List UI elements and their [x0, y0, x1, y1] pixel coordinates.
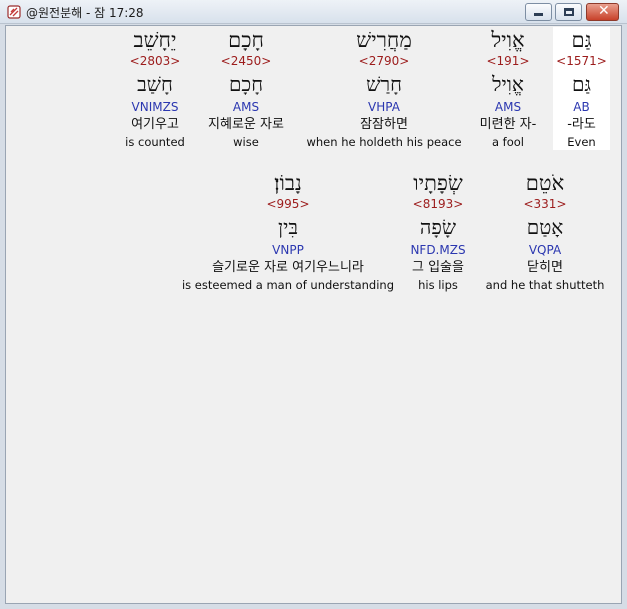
- english-gloss: wise: [233, 135, 259, 149]
- strong-number[interactable]: <1571>: [553, 53, 610, 69]
- hebrew-word: חָכָם: [228, 28, 264, 52]
- morphology-code[interactable]: AB: [553, 99, 610, 115]
- hebrew-word: גַּם: [571, 28, 592, 52]
- title-bar[interactable]: @원전분해 - 잠 17:28 ✕: [0, 0, 627, 24]
- maximize-button[interactable]: [555, 3, 582, 21]
- english-gloss: is esteemed a man of understanding: [181, 278, 395, 292]
- english-gloss: is counted: [125, 135, 185, 149]
- morphology-code[interactable]: VQPA: [482, 242, 608, 258]
- word-block[interactable]: נָבוֹן׃ <995> בִּין VNPP 슬기로운 자로 여기우느니라 …: [178, 170, 398, 293]
- interlinear-view: גַּם <1571> גַּם AB -라도 Even אֱוִיל <191…: [5, 25, 622, 604]
- english-gloss: a fool: [491, 135, 525, 149]
- morphology-code[interactable]: AMS: [466, 99, 550, 115]
- korean-gloss: 슬기로운 자로 여기우느니라: [212, 260, 364, 275]
- strong-number[interactable]: <331>: [482, 196, 608, 212]
- english-gloss: when he holdeth his peace: [306, 135, 462, 149]
- morphology-code[interactable]: VNIMZS: [118, 99, 192, 115]
- english-gloss: and he that shutteth: [485, 278, 605, 292]
- korean-gloss: 닫히면: [527, 260, 563, 275]
- korean-gloss: 여기우고: [131, 117, 179, 132]
- hebrew-word: שְׂפָתָיו: [413, 171, 463, 195]
- morphology-code[interactable]: VHPA: [304, 99, 464, 115]
- hebrew-lemma: גַּם: [571, 72, 592, 96]
- hebrew-lemma: בִּין: [278, 215, 298, 239]
- strong-number[interactable]: <191>: [466, 53, 550, 69]
- maximize-icon: [564, 8, 574, 16]
- strong-number[interactable]: <995>: [178, 196, 398, 212]
- hebrew-word: מַחֲרִישׁ: [356, 28, 412, 52]
- hebrew-word: נָבוֹן׃: [274, 171, 302, 195]
- strong-number[interactable]: <2790>: [304, 53, 464, 69]
- hebrew-lemma: חָשַׁב: [137, 72, 173, 96]
- english-gloss: Even: [567, 135, 596, 149]
- minimize-icon: [534, 13, 543, 16]
- korean-gloss: 지혜로운 자로: [208, 117, 284, 132]
- hebrew-word: אֱוִיל: [491, 28, 525, 52]
- word-block[interactable]: אֱוִיל <191> אֱוִיל AMS 미련한 자- a fool: [466, 27, 550, 150]
- korean-gloss: 미련한 자-: [479, 117, 537, 132]
- hebrew-lemma: חָרַשׁ: [366, 72, 402, 96]
- morphology-code[interactable]: VNPP: [178, 242, 398, 258]
- word-block[interactable]: מַחֲרִישׁ <2790> חָרַשׁ VHPA 잠잠하면 when h…: [304, 27, 464, 150]
- app-window: @원전분해 - 잠 17:28 ✕ גַּם <1571> גַּם AB -라…: [0, 0, 627, 609]
- hebrew-word: יֵחָשֵׁב: [133, 28, 177, 52]
- strong-number[interactable]: <8193>: [400, 196, 476, 212]
- strong-number[interactable]: <2803>: [118, 53, 192, 69]
- minimize-button[interactable]: [525, 3, 552, 21]
- word-block[interactable]: יֵחָשֵׁב <2803> חָשַׁב VNIMZS 여기우고 is co…: [118, 27, 192, 150]
- hebrew-lemma: חָכָם: [228, 72, 264, 96]
- morphology-code[interactable]: AMS: [196, 99, 296, 115]
- korean-gloss: -라도: [567, 117, 596, 132]
- word-block[interactable]: גַּם <1571> גַּם AB -라도 Even: [553, 27, 610, 150]
- word-block[interactable]: שְׂפָתָיו <8193> שָׂפָה NFD.MZS 그 입술을 hi…: [400, 170, 476, 293]
- hebrew-word: אֹטֵם: [525, 171, 565, 195]
- hebrew-lemma: שָׂפָה: [419, 215, 457, 239]
- scroll-app-icon: [7, 5, 21, 19]
- close-button[interactable]: ✕: [586, 3, 619, 21]
- korean-gloss: 그 입술을: [412, 260, 464, 275]
- english-gloss: his lips: [418, 278, 458, 292]
- word-block[interactable]: אֹטֵם <331> אָטַם VQPA 닫히면 and he that s…: [482, 170, 608, 293]
- strong-number[interactable]: <2450>: [196, 53, 296, 69]
- close-icon: ✕: [598, 3, 610, 19]
- word-block[interactable]: חָכָם <2450> חָכָם AMS 지혜로운 자로 wise: [196, 27, 296, 150]
- hebrew-lemma: אָטַם: [526, 215, 564, 239]
- morphology-code[interactable]: NFD.MZS: [400, 242, 476, 258]
- hebrew-lemma: אֱוִיל: [492, 72, 524, 96]
- korean-gloss: 잠잠하면: [360, 117, 408, 132]
- window-title: @원전분해 - 잠 17:28: [26, 6, 144, 20]
